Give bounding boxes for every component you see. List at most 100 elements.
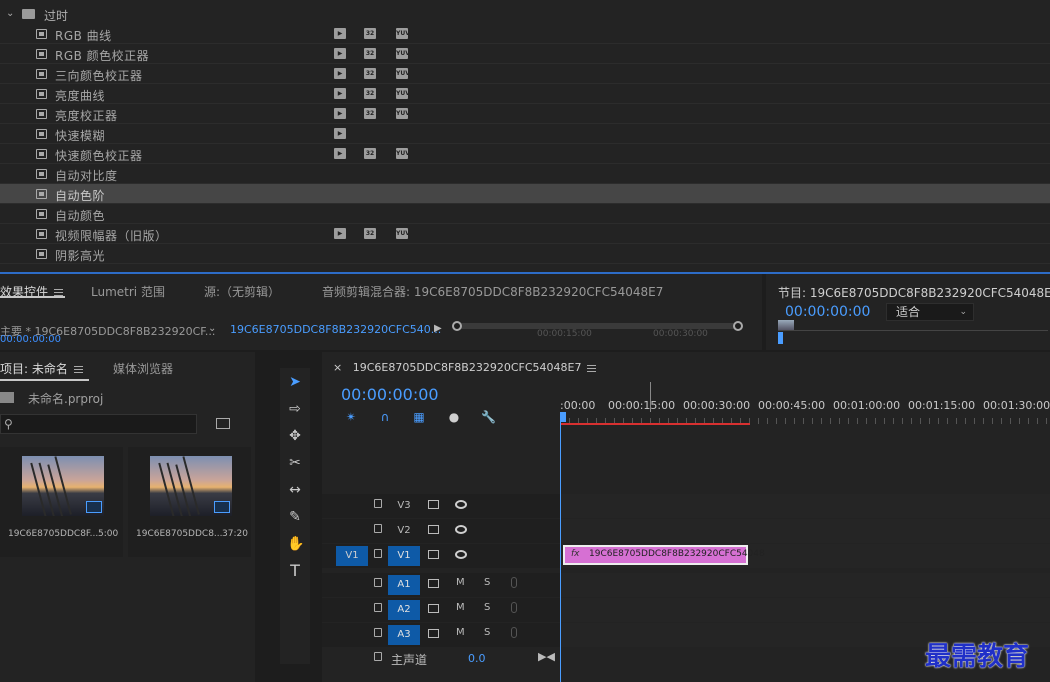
master-volume[interactable]: 0.0	[468, 652, 486, 665]
hand-tool-icon[interactable]: ✋	[287, 536, 304, 552]
effect-item[interactable]: RGB 颜色校正器 ▶ 32 YUV	[0, 44, 1050, 64]
lock-icon[interactable]	[374, 603, 382, 612]
go-to-end-icon[interactable]: ▶◀	[538, 650, 555, 663]
sync-lock-icon[interactable]	[428, 550, 439, 559]
panel-menu-icon[interactable]	[587, 364, 597, 372]
sync-lock-icon[interactable]	[428, 629, 439, 638]
effect-controls-timecode[interactable]: 00:00:00:00	[0, 334, 61, 345]
lock-icon[interactable]	[374, 628, 382, 637]
accelerated-badge-icon: ▶	[334, 48, 346, 59]
tab-audio-mixer[interactable]: 音频剪辑混合器: 19C6E8705DDC8F8B232920CFC54048E…	[322, 283, 663, 300]
sync-lock-icon[interactable]	[428, 604, 439, 613]
pen-tool-icon[interactable]: ✎	[287, 509, 303, 525]
play-icon[interactable]: ▶	[434, 323, 442, 334]
track-name[interactable]: A3	[388, 625, 420, 645]
razor-tool-icon[interactable]: ✂	[287, 455, 303, 471]
ruler-label: 00:00:15:00	[608, 399, 676, 412]
ripple-edit-tool-icon[interactable]: ✥	[287, 428, 303, 444]
track-v3[interactable]: V3	[322, 494, 1050, 518]
ruler-label: 00:00:30:00	[653, 329, 708, 339]
zoom-fit-select[interactable]: 适合 ⌄	[886, 303, 974, 321]
solo-button[interactable]: S	[484, 577, 490, 588]
program-ruler[interactable]	[778, 330, 1048, 340]
tab-lumetri[interactable]: Lumetri 范围	[91, 283, 165, 300]
tab-project[interactable]: 项目: 未命名	[0, 360, 83, 377]
effect-item[interactable]: 快速颜色校正器 ▶ 32 YUV	[0, 144, 1050, 164]
microphone-icon[interactable]	[511, 602, 517, 613]
chevron-down-icon[interactable]: ⌄	[6, 8, 14, 19]
lock-icon[interactable]	[374, 652, 382, 661]
source-patch-v1[interactable]: V1	[336, 546, 368, 566]
effect-item[interactable]: 快速模糊 ▶	[0, 124, 1050, 144]
slip-tool-icon[interactable]: ↔	[287, 482, 303, 498]
track-a1[interactable]: A1 M S	[322, 573, 1050, 597]
program-timecode[interactable]: 00:00:00:00	[785, 304, 870, 320]
selection-tool-icon[interactable]: ➤	[287, 374, 303, 390]
tab-sequence[interactable]: × 19C6E8705DDC8F8B232920CFC54048E7	[333, 361, 597, 374]
microphone-icon[interactable]	[511, 627, 517, 638]
eye-icon[interactable]	[455, 550, 467, 559]
sync-lock-icon[interactable]	[428, 525, 439, 534]
timeline-timecode[interactable]: 00:00:00:00	[341, 385, 439, 404]
effect-item[interactable]: RGB 曲线 ▶ 32 YUV	[0, 24, 1050, 44]
timeline-clip[interactable]: fx 19C6E8705DDC8F8B232920CFC54048	[563, 545, 765, 565]
sync-lock-icon[interactable]	[428, 579, 439, 588]
timeline-ruler[interactable]: :00:00 00:00:15:00 00:00:30:00 00:00:45:…	[560, 390, 1050, 428]
tab-source[interactable]: 源:（无剪辑）	[204, 283, 280, 300]
effect-item[interactable]: 阴影高光	[0, 244, 1050, 264]
mute-button[interactable]: M	[456, 627, 465, 638]
effect-item[interactable]: 三向颜色校正器 ▶ 32 YUV	[0, 64, 1050, 84]
lock-icon[interactable]	[374, 499, 382, 508]
wrench-icon[interactable]: 🔧	[481, 410, 496, 424]
tab-media-browser[interactable]: 媒体浏览器	[113, 360, 173, 377]
effect-item[interactable]: 亮度曲线 ▶ 32 YUV	[0, 84, 1050, 104]
mute-button[interactable]: M	[456, 577, 465, 588]
effect-item[interactable]: 自动颜色	[0, 204, 1050, 224]
linked-selection-icon[interactable]: ▦	[412, 410, 426, 424]
nest-icon[interactable]: ✴	[344, 410, 358, 424]
microphone-icon[interactable]	[511, 577, 517, 588]
program-playhead[interactable]	[778, 332, 783, 344]
lock-icon[interactable]	[374, 524, 382, 533]
project-search-input[interactable]: ⚲	[0, 414, 197, 434]
eye-icon[interactable]	[455, 500, 467, 509]
project-item[interactable]: 19C6E8705DDC8F... 5:00	[0, 447, 123, 557]
track-v2[interactable]: V2	[322, 519, 1050, 543]
playhead-handle[interactable]	[560, 412, 566, 422]
sync-lock-icon[interactable]	[428, 500, 439, 509]
project-item[interactable]: 19C6E8705DDC8... 37:20	[128, 447, 251, 557]
new-bin-icon[interactable]	[216, 418, 230, 429]
effect-item[interactable]: 自动色阶	[0, 184, 1050, 204]
track-name[interactable]: A1	[388, 575, 420, 595]
track-area[interactable]	[560, 519, 1050, 543]
track-a2[interactable]: A2 M S	[322, 598, 1050, 622]
mute-button[interactable]: M	[456, 602, 465, 613]
solo-button[interactable]: S	[484, 627, 490, 638]
marker-icon[interactable]: ●	[447, 410, 461, 424]
track-name[interactable]: V1	[388, 546, 420, 566]
chevron-down-icon: ⌄	[959, 307, 967, 317]
track-select-tool-icon[interactable]: ⇨	[287, 401, 303, 417]
effect-item[interactable]: 视频限幅器（旧版） ▶ 32 YUV	[0, 224, 1050, 244]
type-tool-icon[interactable]: T	[287, 563, 303, 579]
snap-magnet-icon[interactable]: ∩	[378, 410, 392, 424]
watermark: 最需教育	[925, 642, 1030, 672]
track-area[interactable]	[560, 573, 1050, 597]
solo-button[interactable]: S	[484, 602, 490, 613]
effects-folder-row[interactable]: ⌄ 过时	[0, 4, 1050, 24]
effect-item[interactable]: 亮度校正器 ▶ 32 YUV	[0, 104, 1050, 124]
panel-menu-icon[interactable]	[54, 289, 64, 296]
track-area[interactable]	[560, 494, 1050, 518]
track-name[interactable]: A2	[388, 600, 420, 620]
panel-menu-icon[interactable]	[73, 366, 83, 373]
track-name[interactable]: V3	[388, 496, 420, 516]
chevron-down-icon[interactable]: ⌄	[208, 323, 216, 334]
effect-item[interactable]: 自动对比度	[0, 164, 1050, 184]
lock-icon[interactable]	[374, 578, 382, 587]
lock-icon[interactable]	[374, 549, 382, 558]
clip-selector[interactable]: 19C6E8705DDC8F8B232920CFC540...	[230, 323, 441, 336]
track-area[interactable]	[560, 598, 1050, 622]
eye-icon[interactable]	[455, 525, 467, 534]
yuv-badge-icon: YUV	[396, 228, 410, 239]
track-name[interactable]: V2	[388, 521, 420, 541]
